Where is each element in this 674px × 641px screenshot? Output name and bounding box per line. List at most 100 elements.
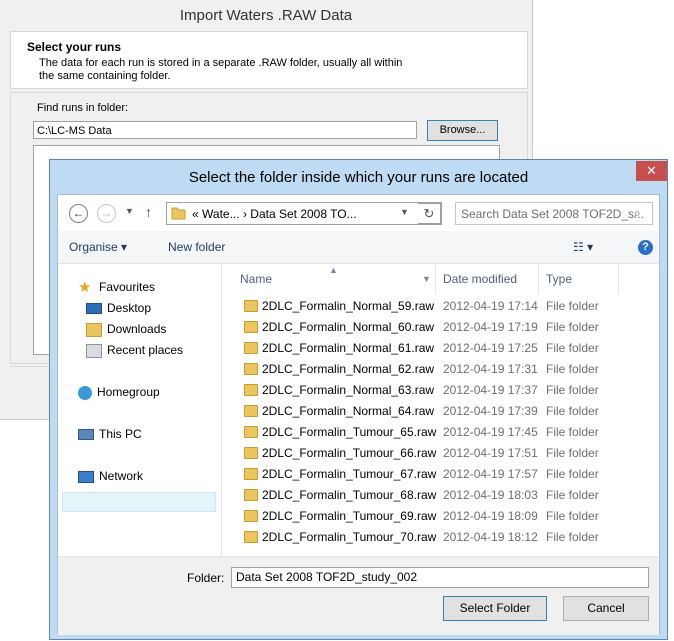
file-row[interactable]: 2DLC_Formalin_Normal_60.raw 2012-04-19 17… — [222, 317, 659, 338]
help-icon[interactable]: ? — [638, 240, 653, 255]
file-date: 2012-04-19 18:03 — [443, 488, 538, 502]
file-type: File folder — [546, 341, 599, 355]
nav-item-this-pc[interactable]: This PC — [78, 424, 142, 444]
nav-item-favourites[interactable]: ★ Favourites — [78, 277, 155, 297]
navigation-pane: ★ Favourites Desktop Downloads Recent pla… — [58, 264, 222, 556]
folder-icon — [244, 489, 258, 501]
search-placeholder: Search Data Set 2008 TOF2D_s... — [461, 207, 644, 221]
file-name: 2DLC_Formalin_Tumour_67.raw — [262, 467, 437, 481]
folder-icon — [244, 447, 258, 459]
file-date: 2012-04-19 17:19 — [443, 320, 538, 334]
downloads-icon — [86, 322, 102, 337]
file-date: 2012-04-19 18:12 — [443, 530, 538, 544]
column-header-date[interactable]: Date modified — [443, 264, 517, 294]
breadcrumb-separator[interactable]: › — [243, 207, 247, 221]
file-row[interactable]: 2DLC_Formalin_Tumour_68.raw 2012-04-19 18… — [222, 485, 659, 506]
nav-item-recent-places[interactable]: Recent places — [86, 340, 183, 360]
folder-icon — [244, 363, 258, 375]
folder-icon — [244, 300, 258, 312]
address-bar[interactable]: « Wate... › Data Set 2008 TO... ▼ — [166, 202, 442, 225]
nav-label-recent: Recent places — [107, 343, 184, 357]
file-row[interactable]: 2DLC_Formalin_Tumour_66.raw 2012-04-19 17… — [222, 443, 659, 464]
file-type: File folder — [546, 446, 599, 460]
file-name: 2DLC_Formalin_Normal_64.raw — [262, 404, 435, 418]
select-folder-button[interactable]: Select Folder — [443, 596, 547, 621]
file-type: File folder — [546, 299, 599, 313]
wizard-header: Select your runs The data for each run i… — [10, 31, 528, 89]
file-date: 2012-04-19 17:37 — [443, 383, 538, 397]
file-name: 2DLC_Formalin_Tumour_66.raw — [262, 446, 437, 460]
column-header-name[interactable]: Name — [240, 264, 272, 294]
file-row[interactable]: 2DLC_Formalin_Tumour_70.raw 2012-04-19 18… — [222, 527, 659, 548]
address-dropdown-chevron-icon[interactable]: ▼ — [400, 207, 409, 217]
name-filter-chevron-icon[interactable]: ▼ — [422, 264, 431, 294]
address-path: « Wate... › Data Set 2008 TO... — [192, 207, 357, 221]
new-folder-button[interactable]: New folder — [168, 240, 225, 254]
recent-locations-chevron-icon[interactable]: ▼ — [125, 206, 134, 216]
file-name: 2DLC_Formalin_Normal_63.raw — [262, 383, 435, 397]
file-row[interactable]: 2DLC_Formalin_Tumour_69.raw 2012-04-19 18… — [222, 506, 659, 527]
nav-label-thispc: This PC — [99, 427, 142, 441]
forward-arrow-icon[interactable]: → — [97, 204, 116, 223]
nav-label-network: Network — [99, 469, 144, 483]
file-date: 2012-04-19 17:45 — [443, 425, 538, 439]
column-divider[interactable] — [618, 264, 619, 294]
address-prefix: « — [192, 207, 199, 221]
find-runs-label: Find runs in folder: — [37, 102, 129, 114]
organise-menu[interactable]: Organise ▾ — [69, 240, 127, 254]
nav-item-network[interactable]: Network — [78, 466, 143, 486]
column-divider[interactable] — [435, 264, 436, 294]
column-header-type[interactable]: Type — [546, 264, 572, 294]
file-date: 2012-04-19 18:09 — [443, 509, 538, 523]
file-type: File folder — [546, 488, 599, 502]
file-row[interactable]: 2DLC_Formalin_Normal_61.raw 2012-04-19 17… — [222, 338, 659, 359]
file-name: 2DLC_Formalin_Normal_62.raw — [262, 362, 435, 376]
file-name: 2DLC_Formalin_Normal_59.raw — [262, 299, 435, 313]
nav-item-downloads[interactable]: Downloads — [86, 319, 166, 339]
file-date: 2012-04-19 17:25 — [443, 341, 538, 355]
up-arrow-icon[interactable]: ↑ — [145, 204, 152, 220]
change-view-button[interactable]: ☷ ▾ — [573, 240, 593, 254]
find-runs-input[interactable]: C:\LC-MS Data — [33, 121, 417, 139]
star-icon: ★ — [78, 278, 92, 296]
back-arrow-icon[interactable]: ← — [69, 204, 88, 223]
column-divider[interactable] — [538, 264, 539, 294]
search-input[interactable]: Search Data Set 2008 TOF2D_s... ⌕ — [455, 202, 653, 225]
nav-label-downloads: Downloads — [107, 322, 167, 336]
file-row[interactable]: 2DLC_Formalin_Tumour_65.raw 2012-04-19 17… — [222, 422, 659, 443]
nav-selection-highlight — [62, 492, 216, 512]
file-row[interactable]: 2DLC_Formalin_Normal_64.raw 2012-04-19 17… — [222, 401, 659, 422]
breadcrumb-data-set[interactable]: Data Set 2008 TO... — [250, 207, 356, 221]
folder-icon — [244, 468, 258, 480]
cancel-button[interactable]: Cancel — [563, 596, 649, 621]
file-name: 2DLC_Formalin_Tumour_69.raw — [262, 509, 437, 523]
file-row[interactable]: 2DLC_Formalin_Tumour_67.raw 2012-04-19 17… — [222, 464, 659, 485]
computer-icon — [78, 429, 94, 441]
select-folder-dialog: Select the folder inside which your runs… — [49, 159, 668, 640]
desktop-icon — [86, 303, 102, 315]
file-name: 2DLC_Formalin_Normal_61.raw — [262, 341, 435, 355]
nav-item-homegroup[interactable]: Homegroup — [78, 382, 160, 402]
nav-item-desktop[interactable]: Desktop — [86, 298, 151, 318]
wizard-description: The data for each run is stored in a sep… — [39, 57, 403, 82]
search-icon[interactable]: ⌕ — [634, 206, 641, 221]
file-row[interactable]: 2DLC_Formalin_Normal_63.raw 2012-04-19 17… — [222, 380, 659, 401]
folder-icon — [244, 531, 258, 543]
dialog-title: Select the folder inside which your runs… — [188, 169, 529, 186]
folder-name-input[interactable]: Data Set 2008 TOF2D_study_002 — [231, 567, 649, 588]
file-type: File folder — [546, 362, 599, 376]
file-type: File folder — [546, 509, 599, 523]
refresh-icon[interactable]: ↻ — [418, 203, 441, 224]
breadcrumb-waters[interactable]: Wate... — [202, 207, 240, 221]
file-row[interactable]: 2DLC_Formalin_Normal_62.raw 2012-04-19 17… — [222, 359, 659, 380]
file-row[interactable]: 2DLC_Formalin_Normal_59.raw 2012-04-19 17… — [222, 296, 659, 317]
close-button[interactable]: ✕ — [636, 161, 667, 181]
file-type: File folder — [546, 404, 599, 418]
browse-button[interactable]: Browse... — [427, 120, 498, 141]
file-date: 2012-04-19 17:57 — [443, 467, 538, 481]
nav-label-homegroup: Homegroup — [97, 385, 160, 399]
file-type: File folder — [546, 383, 599, 397]
folder-icon — [244, 426, 258, 438]
folder-icon — [244, 384, 258, 396]
network-icon — [78, 470, 94, 483]
